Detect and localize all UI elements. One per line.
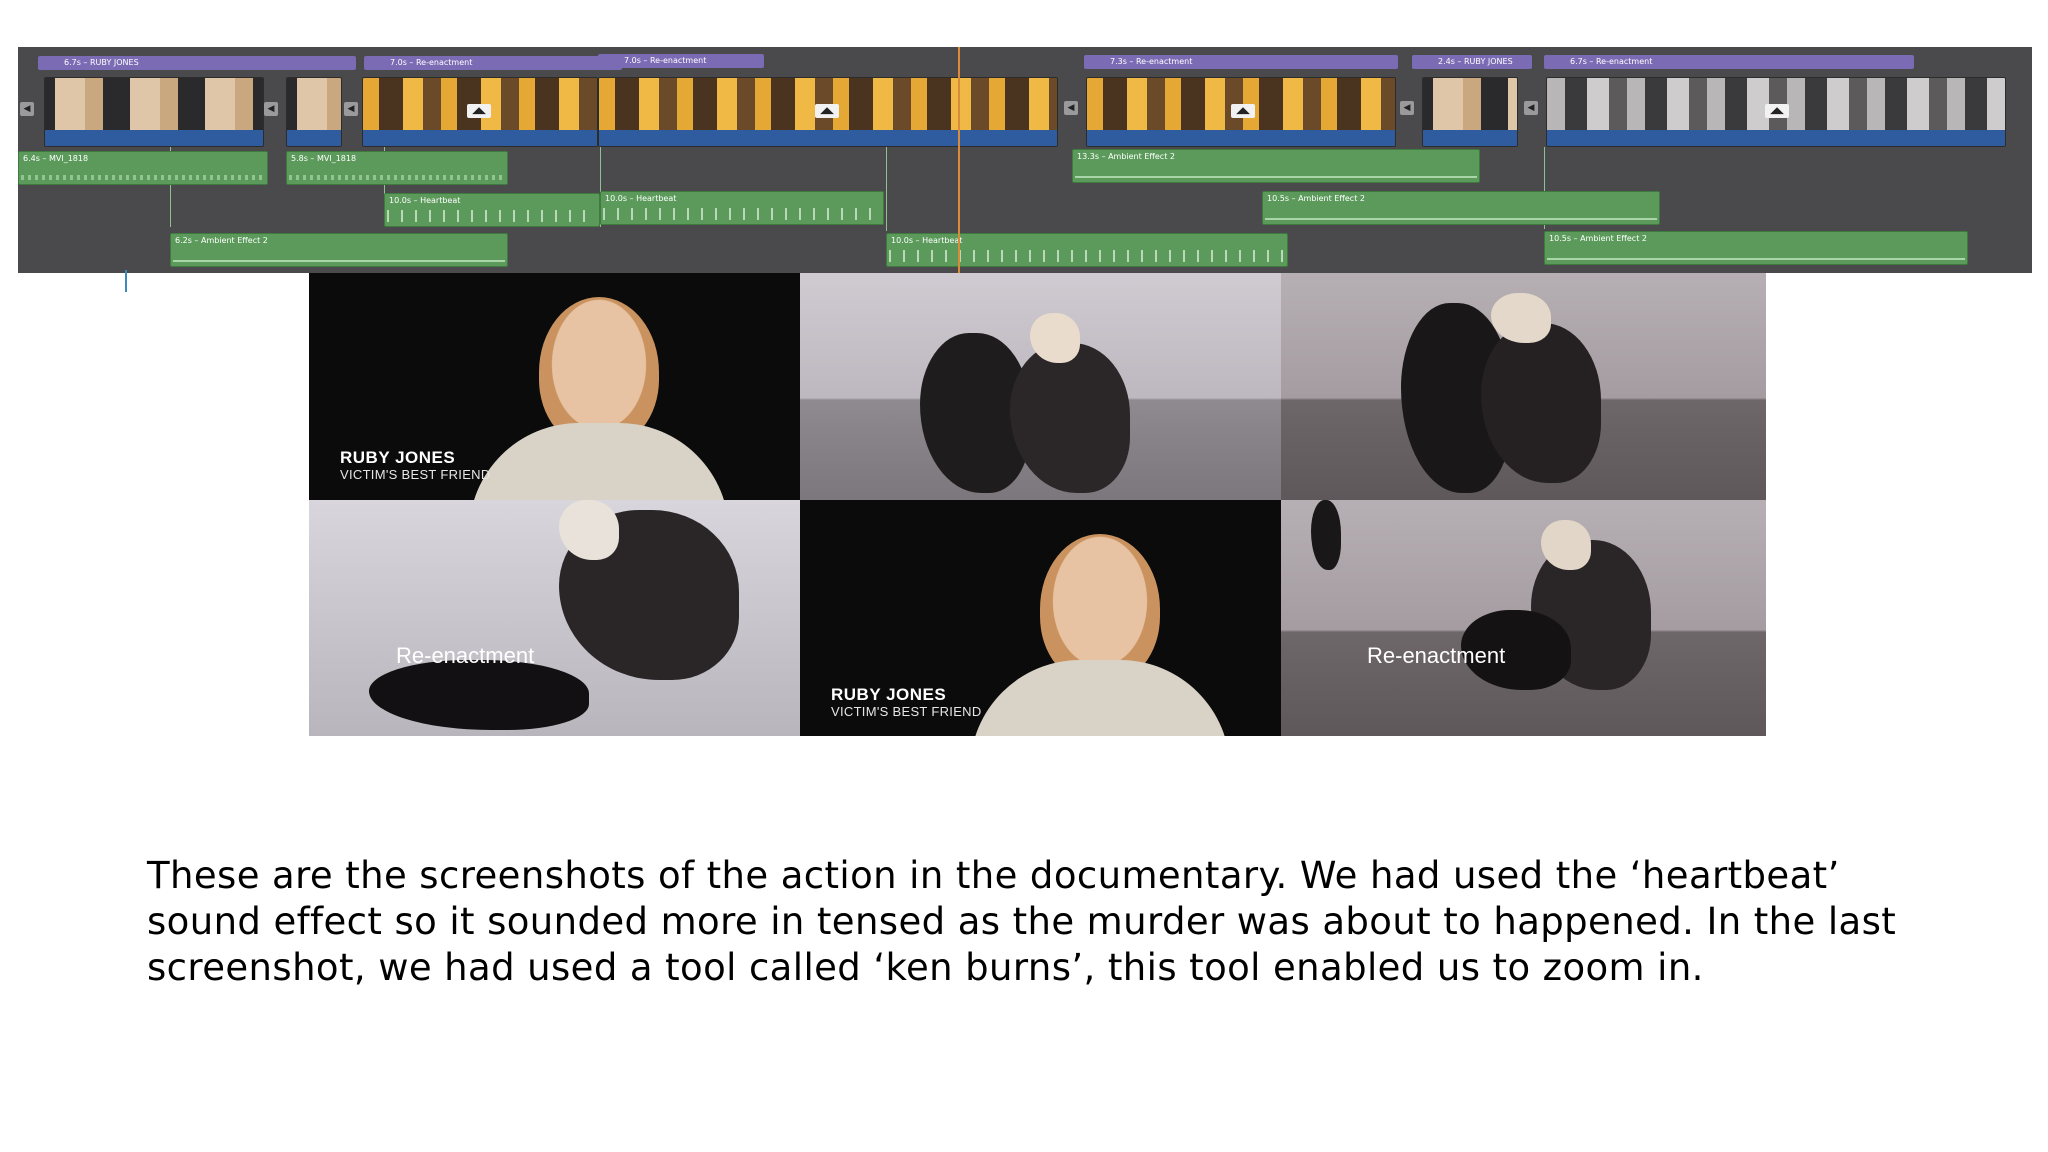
interviewee-figure <box>469 423 729 500</box>
video-clip-interview[interactable] <box>1422 77 1518 147</box>
audio-clip[interactable]: 13.3s – Ambient Effect 2 <box>1072 149 1480 183</box>
clip-audio-strip <box>1547 130 2005 146</box>
clip-audio-strip <box>287 130 341 146</box>
transition-handle-icon[interactable]: ◀ <box>264 102 278 116</box>
audio-waveform <box>289 175 505 180</box>
clip-audio-strip <box>1087 130 1395 146</box>
video-clip-interview[interactable] <box>286 77 342 147</box>
audio-clip[interactable]: 6.2s – Ambient Effect 2 <box>170 233 508 267</box>
audio-clip-label: 13.3s – Ambient Effect 2 <box>1077 152 1175 161</box>
lower-third-role: VICTIM'S BEST FRIEND <box>831 704 982 719</box>
interview-still: RUBY JONES VICTIM'S BEST FRIEND <box>800 500 1281 736</box>
transition-handle-icon[interactable]: ◀ <box>1524 101 1538 115</box>
ken-burns-effect-icon[interactable]: ◢◣ <box>1765 104 1789 118</box>
audio-clip-label: 6.2s – Ambient Effect 2 <box>175 236 268 245</box>
audio-clip-label: 6.4s – MVI_1818 <box>23 154 89 163</box>
transition-handle-icon[interactable]: ◀ <box>20 102 34 116</box>
video-clip-reenactment[interactable]: ◢◣ <box>1086 77 1396 147</box>
audio-clip-label: 10.0s – Heartbeat <box>389 196 461 205</box>
audio-clip[interactable]: 10.0s – Heartbeat <box>600 191 884 225</box>
reenactment-still: Re-enactment <box>309 500 800 736</box>
audio-clip[interactable]: 5.8s – MVI_1818 <box>286 151 508 185</box>
audio-clip-label: 10.5s – Ambient Effect 2 <box>1549 234 1647 243</box>
clip-audio-strip <box>1423 130 1517 146</box>
reenactment-still: Re-enactment <box>1281 500 1766 736</box>
clip-audio-strip <box>599 130 1057 146</box>
audio-clip-label: 10.5s – Ambient Effect 2 <box>1267 194 1365 203</box>
audio-clip-label: 5.8s – MVI_1818 <box>291 154 357 163</box>
clip-title-bar[interactable]: 7.0s – Re-enactment <box>364 56 622 70</box>
transition-handle-icon[interactable]: ◀ <box>1064 101 1078 115</box>
reenactment-overlay-text: Re-enactment <box>396 643 535 668</box>
audio-waveform <box>387 210 597 222</box>
clip-title-bar[interactable]: 6.7s – RUBY JONES <box>38 56 356 70</box>
reenactment-still <box>1281 273 1766 500</box>
interviewee-figure <box>970 660 1230 736</box>
clip-thumbnails <box>45 78 263 130</box>
audio-connector <box>886 147 887 231</box>
audio-waveform <box>21 175 265 180</box>
audio-clip[interactable]: 10.5s – Ambient Effect 2 <box>1544 231 1968 265</box>
clip-thumbnails <box>287 78 341 130</box>
screenshot-grid: RUBY JONES VICTIM'S BEST FRIEND Re-enact… <box>309 273 1766 736</box>
video-clip-interview[interactable] <box>44 77 264 147</box>
lower-third-name: RUBY JONES <box>831 685 947 704</box>
transition-handle-icon[interactable]: ◀ <box>1400 101 1414 115</box>
reenactment-still <box>800 273 1281 500</box>
lower-third-role: VICTIM'S BEST FRIEND <box>340 467 491 482</box>
playhead[interactable] <box>958 47 960 273</box>
actor-figure <box>369 660 589 730</box>
clip-title-bar[interactable]: 7.3s – Re-enactment <box>1084 55 1398 69</box>
ken-burns-effect-icon[interactable]: ◢◣ <box>815 104 839 118</box>
clip-title-bar[interactable]: 7.0s – Re-enactment <box>598 54 764 68</box>
audio-waveform <box>1547 254 1965 260</box>
audio-clip[interactable]: 10.0s – Heartbeat <box>886 233 1288 267</box>
video-clip-reenactment[interactable]: ◢◣ <box>362 77 598 147</box>
audio-waveform <box>889 250 1285 262</box>
audio-clip[interactable]: 10.0s – Heartbeat <box>384 193 600 227</box>
clip-title-bar[interactable]: 2.4s – RUBY JONES <box>1412 55 1532 69</box>
audio-clip[interactable]: 6.4s – MVI_1818 <box>18 151 268 185</box>
ken-burns-effect-icon[interactable]: ◢◣ <box>467 104 491 118</box>
clip-audio-strip <box>363 130 597 146</box>
transition-handle-icon[interactable]: ◀ <box>344 102 358 116</box>
audio-clip-label: 10.0s – Heartbeat <box>605 194 677 203</box>
clip-audio-strip <box>45 130 263 146</box>
audio-waveform <box>173 256 505 262</box>
interview-still: RUBY JONES VICTIM'S BEST FRIEND <box>309 273 800 500</box>
audio-waveform <box>603 208 881 220</box>
clip-title-bar[interactable]: 6.7s – Re-enactment <box>1544 55 1914 69</box>
editing-timeline[interactable]: 6.7s – RUBY JONES 7.0s – Re-enactment 7.… <box>18 47 2032 273</box>
reenactment-overlay-text: Re-enactment <box>1367 643 1506 668</box>
slide-description: These are the screenshots of the action … <box>147 854 1897 989</box>
actor-figure <box>1311 500 1341 570</box>
audio-clip[interactable]: 10.5s – Ambient Effect 2 <box>1262 191 1660 225</box>
clip-thumbnails <box>1423 78 1517 130</box>
video-clip-reenactment[interactable]: ◢◣ <box>1546 77 2006 147</box>
audio-waveform <box>1265 214 1657 220</box>
actor-figure <box>1491 293 1551 343</box>
video-clip-reenactment[interactable]: ◢◣ <box>598 77 1058 147</box>
ken-burns-effect-icon[interactable]: ◢◣ <box>1231 104 1255 118</box>
audio-clip-label: 10.0s – Heartbeat <box>891 236 963 245</box>
audio-waveform <box>1075 172 1477 178</box>
lower-third-name: RUBY JONES <box>340 448 456 467</box>
actor-figure <box>1010 343 1130 493</box>
text-cursor <box>125 270 127 292</box>
